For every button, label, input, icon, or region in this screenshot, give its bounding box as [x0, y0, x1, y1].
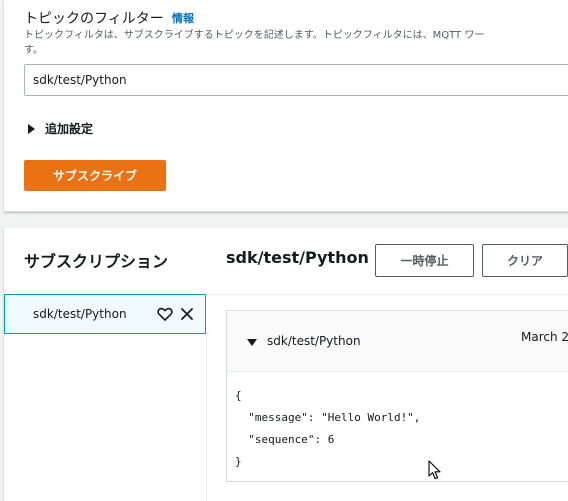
- subscription-item[interactable]: sdk/test/Python: [4, 294, 206, 334]
- message-topic: sdk/test/Python: [267, 334, 361, 348]
- caret-down-icon[interactable]: [247, 339, 257, 346]
- message-header[interactable]: sdk/test/Python March 2: [227, 311, 568, 372]
- additional-settings-label: 追加設定: [45, 122, 94, 136]
- subscription-item-label: sdk/test/Python: [33, 307, 127, 321]
- topic-filter-panel: トピックのフィルター 情報 トピックフィルタは、サブスクライブするトピックを記述…: [4, 0, 568, 212]
- list-divider: [206, 334, 207, 501]
- info-link[interactable]: 情報: [172, 10, 194, 26]
- close-icon[interactable]: [179, 306, 195, 322]
- additional-settings-toggle[interactable]: 追加設定: [28, 120, 93, 137]
- message-timestamp: March 2: [521, 330, 568, 344]
- subscribe-button[interactable]: サブスクライブ: [24, 160, 166, 191]
- message-card: sdk/test/Python March 2 { "message": "He…: [226, 310, 568, 482]
- caret-right-icon: [28, 123, 35, 134]
- subscriptions-panel: サブスクリプション sdk/test/Python 一時停止 クリア sdk/t…: [4, 228, 568, 501]
- heart-icon[interactable]: [157, 306, 173, 322]
- topic-filter-input[interactable]: [24, 64, 568, 96]
- clear-button[interactable]: クリア: [482, 244, 568, 277]
- mouse-cursor-icon: [428, 460, 441, 480]
- selected-topic-heading: sdk/test/Python: [226, 248, 369, 267]
- topic-filter-label: トピックのフィルター: [24, 11, 164, 27]
- description-line-1: トピックフィルタは、サブスクライブするトピックを記述します。トピックフィルタには…: [24, 30, 485, 41]
- subscriptions-title: サブスクリプション: [24, 252, 169, 271]
- pause-button[interactable]: 一時停止: [375, 244, 474, 277]
- topic-filter-description: トピックフィルタは、サブスクライブするトピックを記述します。トピックフィルタには…: [24, 28, 568, 58]
- description-line-2: す。: [24, 45, 43, 56]
- message-payload: { "message": "Hello World!", "sequence":…: [235, 389, 421, 468]
